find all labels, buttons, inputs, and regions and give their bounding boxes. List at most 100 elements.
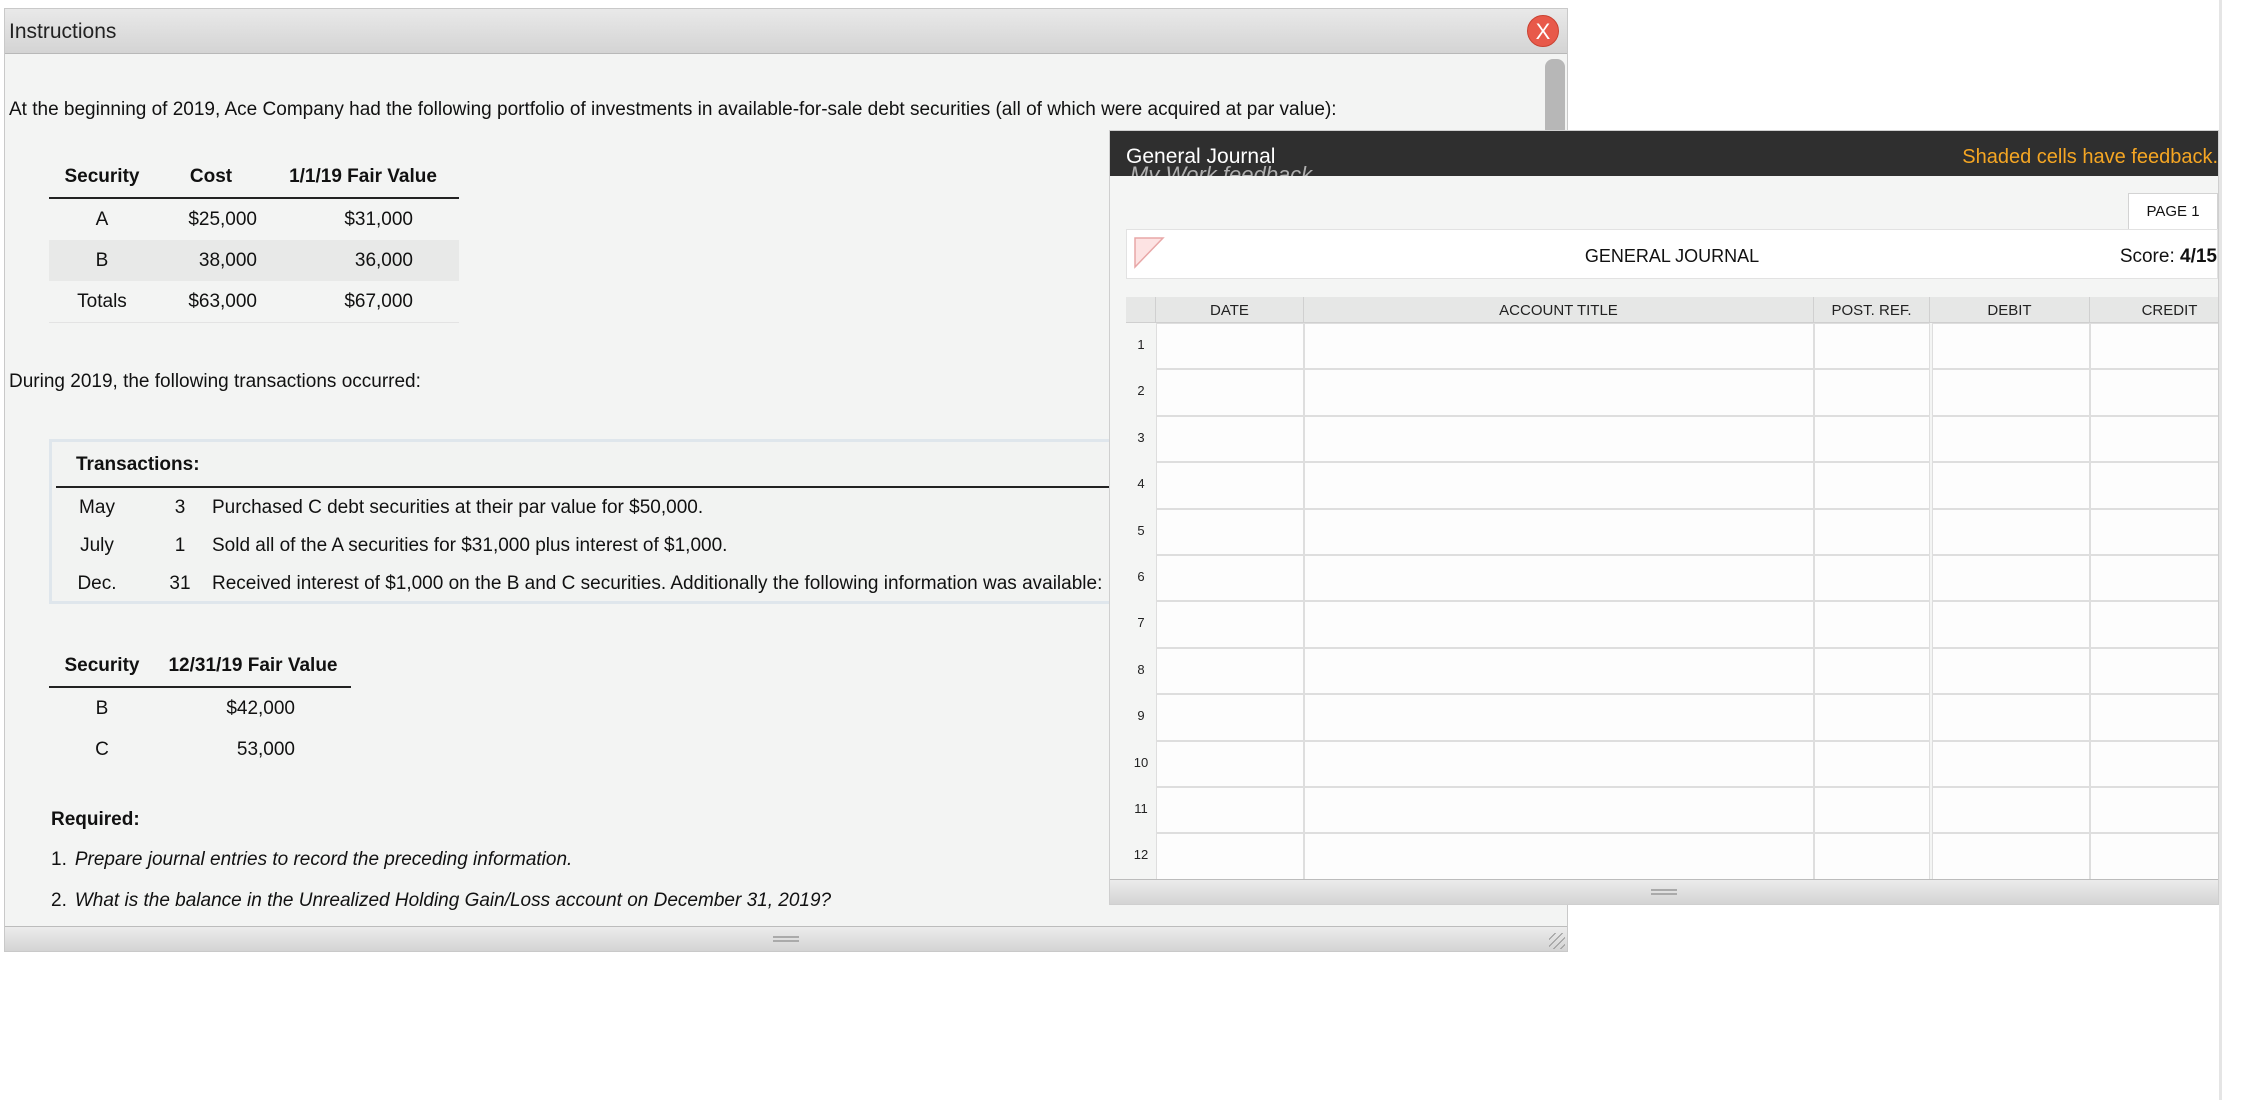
post-ref-cell[interactable] (1814, 462, 1930, 509)
drag-grip-icon[interactable] (773, 936, 799, 942)
table-row: B 38,000 36,000 (49, 240, 459, 281)
date-cell[interactable] (1156, 787, 1304, 834)
credit-cell[interactable] (2090, 601, 2218, 648)
table-row: Totals $63,000 $67,000 (49, 281, 459, 323)
year-end-header-fair-value: 12/31/19 Fair Value (155, 645, 351, 688)
general-journal-window: My Work feedback. General Journal Shaded… (1109, 130, 2219, 905)
tab-page-1[interactable]: PAGE 1 (2128, 193, 2218, 229)
date-cell[interactable] (1156, 508, 1304, 555)
column-header-post-ref: POST. REF. (1814, 297, 1930, 323)
debit-cell[interactable] (1932, 508, 2090, 555)
debit-cell[interactable] (1932, 740, 2090, 787)
journal-titlebar[interactable]: My Work feedback. General Journal Shaded… (1110, 131, 2218, 176)
debit-cell[interactable] (1932, 833, 2090, 880)
post-ref-cell[interactable] (1814, 323, 1930, 370)
post-ref-cell[interactable] (1814, 694, 1930, 741)
debit-cell[interactable] (1932, 323, 2090, 370)
credit-cell[interactable] (2090, 323, 2218, 370)
transaction-desc: Received interest of $1,000 on the B and… (212, 573, 1103, 594)
score-value: 4/15 (2180, 246, 2217, 267)
journal-bottombar (1110, 879, 2218, 904)
account-title-cell[interactable] (1304, 601, 1814, 648)
account-title-cell[interactable] (1304, 323, 1814, 370)
row-number: 9 (1137, 708, 1145, 724)
required-item-number: 1. (51, 849, 67, 870)
date-cell[interactable] (1156, 694, 1304, 741)
transaction-desc: Sold all of the A securities for $31,000… (212, 535, 728, 556)
account-title-cell[interactable] (1304, 369, 1814, 416)
account-title-cell[interactable] (1304, 740, 1814, 787)
credit-cell[interactable] (2090, 787, 2218, 834)
credit-cell[interactable] (2090, 462, 2218, 509)
debit-cell[interactable] (1932, 369, 2090, 416)
account-title-cell[interactable] (1304, 647, 1814, 695)
debit-cell[interactable] (1932, 694, 2090, 741)
scrollbar-thumb[interactable] (1545, 59, 1565, 137)
date-cell[interactable] (1156, 601, 1304, 648)
row-number: 3 (1137, 429, 1145, 445)
post-ref-cell[interactable] (1814, 369, 1930, 416)
post-ref-cell[interactable] (1814, 601, 1930, 648)
debit-cell[interactable] (1932, 787, 2090, 834)
table-row: C 53,000 (49, 729, 351, 770)
credit-cell[interactable] (2090, 647, 2218, 695)
instructions-titlebar[interactable]: Instructions X (5, 9, 1567, 54)
account-title-cell[interactable] (1304, 555, 1814, 602)
close-icon[interactable]: X (1527, 15, 1559, 47)
row-number: 11 (1134, 801, 1148, 816)
credit-cell[interactable] (2090, 415, 2218, 463)
account-title-cell[interactable] (1304, 833, 1814, 880)
year-end-cell: B (95, 697, 109, 719)
date-cell[interactable] (1156, 555, 1304, 602)
portfolio-cell: 36,000 (267, 240, 459, 281)
row-number: 10 (1133, 754, 1149, 770)
portfolio-table: Security Cost 1/1/19 Fair Value A $25,00… (49, 156, 459, 323)
account-title-cell[interactable] (1304, 508, 1814, 555)
date-cell[interactable] (1156, 740, 1304, 787)
date-cell[interactable] (1156, 323, 1304, 370)
portfolio-header-security: Security (49, 156, 155, 199)
resize-handle-icon[interactable] (1549, 933, 1565, 949)
account-title-cell[interactable] (1304, 787, 1814, 834)
column-header-date: DATE (1156, 297, 1304, 323)
credit-cell[interactable] (2090, 833, 2218, 880)
page-scrollbar-track[interactable] (2219, 0, 2222, 1100)
required-item-text: Prepare journal entries to record the pr… (74, 849, 573, 870)
during-text: During 2019, the following transactions … (9, 371, 421, 392)
date-cell[interactable] (1156, 833, 1304, 880)
transaction-day: 1 (174, 535, 186, 556)
drag-grip-icon[interactable] (1651, 889, 1677, 895)
account-title-cell[interactable] (1304, 415, 1814, 463)
account-title-cell[interactable] (1304, 694, 1814, 741)
debit-cell[interactable] (1932, 601, 2090, 648)
debit-cell[interactable] (1932, 555, 2090, 602)
date-cell[interactable] (1156, 415, 1304, 463)
credit-cell[interactable] (2090, 694, 2218, 741)
account-title-cell[interactable] (1304, 462, 1814, 509)
post-ref-cell[interactable] (1814, 508, 1930, 555)
date-cell[interactable] (1156, 462, 1304, 509)
credit-cell[interactable] (2090, 555, 2218, 602)
transaction-month: July (80, 535, 114, 556)
credit-cell[interactable] (2090, 369, 2218, 416)
debit-cell[interactable] (1932, 415, 2090, 463)
post-ref-cell[interactable] (1814, 647, 1930, 695)
debit-cell[interactable] (1932, 462, 2090, 509)
portfolio-cell: A (95, 208, 109, 230)
date-cell[interactable] (1156, 369, 1304, 416)
debit-cell[interactable] (1932, 647, 2090, 695)
credit-cell[interactable] (2090, 508, 2218, 555)
post-ref-cell[interactable] (1814, 740, 1930, 787)
post-ref-cell[interactable] (1814, 833, 1930, 880)
post-ref-cell[interactable] (1814, 415, 1930, 463)
date-cell[interactable] (1156, 647, 1304, 695)
portfolio-cell: $31,000 (344, 208, 413, 230)
post-ref-cell[interactable] (1814, 555, 1930, 602)
transaction-month: Dec. (77, 573, 117, 594)
portfolio-cell: Totals (49, 281, 155, 323)
credit-cell[interactable] (2090, 740, 2218, 787)
required-label: Required: (51, 809, 140, 830)
row-number: 12 (1133, 847, 1149, 863)
portfolio-cell: $63,000 (155, 281, 267, 323)
post-ref-cell[interactable] (1814, 787, 1930, 834)
